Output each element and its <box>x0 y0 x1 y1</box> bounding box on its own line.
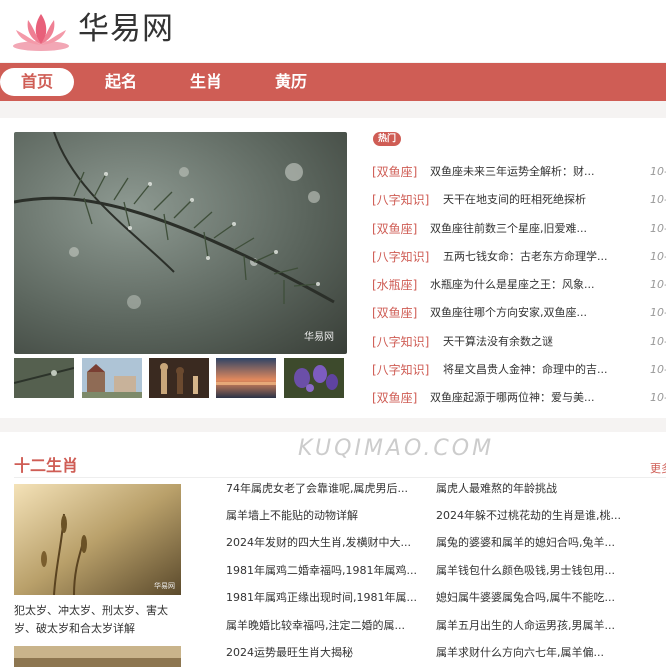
news-item[interactable]: [八字知识] 天干算法没有余数之谜 10- <box>372 332 666 352</box>
news-item[interactable]: [双鱼座] 双鱼座起源于哪两位神：爱与美... 10- <box>372 388 666 408</box>
zodiac-article-link[interactable]: 1981年属鸡二婚幸福吗,1981年属鸡... <box>226 558 426 584</box>
news-date: 10- <box>650 222 666 235</box>
zodiac-article-link[interactable]: 媳妇属牛婆婆属兔合吗,属牛不能吃... <box>436 585 636 611</box>
news-tag[interactable]: [双鱼座] <box>372 303 417 323</box>
news-title[interactable]: 双鱼座未来三年运势全解析：财... <box>430 162 595 182</box>
zodiac-article-link[interactable]: 属羊墙上不能贴的动物详解 <box>226 503 426 529</box>
news-tag[interactable]: [水瓶座] <box>372 275 417 295</box>
news-tag[interactable]: [双鱼座] <box>372 162 417 182</box>
more-link[interactable]: 更多 <box>650 460 666 476</box>
zodiac-article-link[interactable]: 属羊求财什么方向六七年,属羊偏... <box>436 640 636 666</box>
hot-badge: 热门 <box>373 132 401 146</box>
news-title[interactable]: 天干算法没有余数之谜 <box>443 332 553 352</box>
news-item[interactable]: [八字知识] 五两七钱女命：古老东方命理学... 10- <box>372 247 666 267</box>
news-date: 10- <box>650 165 666 178</box>
news-date: 10- <box>650 335 666 348</box>
news-item[interactable]: [八字知识] 将星文昌贵人金神：命理中的吉... 10- <box>372 360 666 380</box>
news-date: 10- <box>650 250 666 263</box>
news-date: 10- <box>650 306 666 319</box>
thumbnail-3[interactable] <box>149 358 209 398</box>
news-title[interactable]: 双鱼座往哪个方向安家,双鱼座... <box>430 303 587 323</box>
zodiac-article-link[interactable]: 1981年属鸡正缘出现时间,1981年属... <box>226 585 426 611</box>
zodiac-article-link[interactable]: 属羊五月出生的人命运男孩,男属羊... <box>436 613 636 639</box>
zodiac-article-link[interactable]: 2024年发财的四大生肖,发横财中大... <box>226 530 426 556</box>
site-header: 华易网 <box>0 0 666 62</box>
zodiac-article-link[interactable]: 属兔的婆婆和属羊的媳妇合吗,兔羊... <box>436 530 636 556</box>
zodiac-article-link[interactable]: 属羊晚婚比较幸福吗,注定二婚的属... <box>226 613 426 639</box>
news-item[interactable]: [双鱼座] 双鱼座往前数三个星座,旧爱难... 10- <box>372 219 666 239</box>
zodiac-feature-image[interactable]: 华易网 <box>14 484 181 595</box>
news-title[interactable]: 将星文昌贵人金神：命理中的吉... <box>443 360 608 380</box>
news-tag[interactable]: [双鱼座] <box>372 388 417 408</box>
zodiac-feature-image-2[interactable] <box>14 646 181 667</box>
feature-watermark: 华易网 <box>154 581 175 590</box>
news-tag[interactable]: [八字知识] <box>372 332 429 352</box>
featured-section: 华易网 热门 [双鱼座] 双鱼座未来三年运势全解析：财... 10- [八字知识… <box>0 118 666 418</box>
zodiac-article-link[interactable]: 属羊钱包什么颜色吸钱,男士钱包用... <box>436 558 636 584</box>
zodiac-article-link[interactable]: 2024年躲不过桃花劫的生肖是谁,桃... <box>436 503 636 529</box>
news-item[interactable]: [水瓶座] 水瓶座为什么是星座之王：风象... 10- <box>372 275 666 295</box>
nav-zodiac[interactable]: 生肖 <box>190 63 222 101</box>
news-tag[interactable]: [双鱼座] <box>372 219 417 239</box>
thumbnail-4[interactable] <box>216 358 276 398</box>
zodiac-section: 十二生肖 更多 华易网 犯太岁、冲太岁、刑太岁、害太岁、破太岁和合太岁详解 74… <box>0 432 666 667</box>
site-watermark: KUQIMAO.COM <box>298 436 495 461</box>
nav-naming[interactable]: 起名 <box>105 63 137 101</box>
news-date: 10- <box>650 278 666 291</box>
thumbnail-5[interactable] <box>284 358 344 398</box>
news-item[interactable]: [双鱼座] 双鱼座往哪个方向安家,双鱼座... 10- <box>372 303 666 323</box>
news-title[interactable]: 天干在地支间的旺相死绝探析 <box>443 190 586 210</box>
news-title[interactable]: 双鱼座起源于哪两位神：爱与美... <box>430 388 595 408</box>
news-title[interactable]: 双鱼座往前数三个星座,旧爱难... <box>430 219 587 239</box>
news-item[interactable]: [八字知识] 天干在地支间的旺相死绝探析 10- <box>372 190 666 210</box>
lotus-logo-icon[interactable] <box>8 8 74 52</box>
news-title[interactable]: 水瓶座为什么是星座之王：风象... <box>430 275 595 295</box>
site-logo-text[interactable]: 华易网 <box>78 8 174 50</box>
news-title[interactable]: 五两七钱女命：古老东方命理学... <box>443 247 608 267</box>
hero-watermark: 华易网 <box>304 330 334 343</box>
thumbnail-1[interactable] <box>14 358 74 398</box>
news-tag[interactable]: [八字知识] <box>372 190 429 210</box>
main-nav: 首页 起名 生肖 黄历 <box>0 63 666 101</box>
hero-image[interactable]: 华易网 <box>14 132 347 354</box>
zodiac-feature-caption[interactable]: 犯太岁、冲太岁、刑太岁、害太岁、破太岁和合太岁详解 <box>14 602 184 638</box>
zodiac-article-link[interactable]: 2024运势最旺生肖大揭秘 <box>226 640 426 666</box>
nav-almanac[interactable]: 黄历 <box>275 63 307 101</box>
news-item[interactable]: [双鱼座] 双鱼座未来三年运势全解析：财... 10- <box>372 162 666 182</box>
thumbnail-strip <box>14 358 347 398</box>
thumbnail-2[interactable] <box>82 358 142 398</box>
zodiac-article-link[interactable]: 74年属虎女老了会靠谁呢,属虎男后... <box>226 476 426 502</box>
zodiac-section-title: 十二生肖 <box>14 456 79 475</box>
news-date: 10- <box>650 391 666 404</box>
news-date: 10- <box>650 193 666 206</box>
news-tag[interactable]: [八字知识] <box>372 360 429 380</box>
news-tag[interactable]: [八字知识] <box>372 247 429 267</box>
nav-home[interactable]: 首页 <box>0 68 74 96</box>
zodiac-article-link[interactable]: 属虎人最难熬的年龄挑战 <box>436 476 636 502</box>
news-date: 10- <box>650 363 666 376</box>
